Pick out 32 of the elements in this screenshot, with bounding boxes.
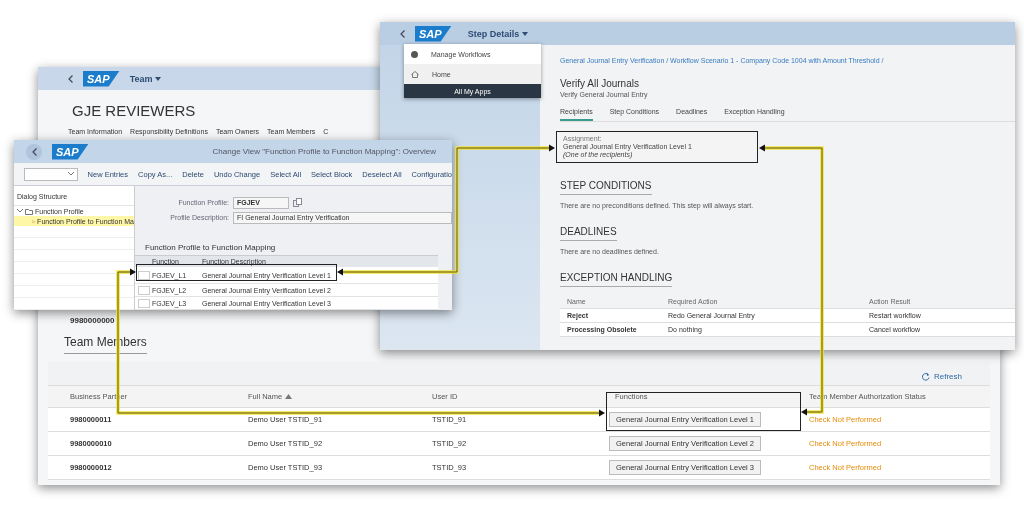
chevron-icon	[67, 172, 74, 176]
section-title: EXCEPTION HANDLING	[560, 272, 673, 287]
page-title: Verify All Journals	[560, 77, 640, 89]
app-title: Team	[129, 73, 153, 84]
table-cell: 9980000000	[70, 316, 115, 325]
caret-icon	[522, 31, 529, 36]
section-title: DEADLINES	[560, 226, 617, 241]
back-button[interactable]	[26, 143, 42, 160]
logo: SAP	[83, 70, 120, 87]
page-title: GJE REVIEWERS	[72, 102, 196, 119]
window-title: Change View "Function Profile to Function Mapping": Overview	[211, 147, 437, 156]
dot-icon	[411, 50, 418, 58]
section-title: STEP CONDITIONS	[560, 180, 652, 195]
refresh-button[interactable]: Refresh	[921, 372, 962, 381]
logo: SAP	[52, 143, 89, 160]
row-selector[interactable]	[138, 270, 150, 280]
command-field[interactable]	[24, 167, 78, 181]
app-title-menu[interactable]: Step Details	[461, 27, 535, 40]
refresh-icon	[921, 372, 930, 381]
chevron-left-icon	[400, 29, 405, 38]
chevron-left-icon	[68, 74, 73, 83]
home-icon	[411, 70, 419, 78]
logo: SAP	[415, 25, 452, 42]
row-selector[interactable]	[138, 285, 150, 295]
row-selector[interactable]	[138, 298, 150, 308]
caret-icon	[155, 76, 162, 81]
section-title: Function Profile to Function Mapping	[144, 242, 277, 254]
copy-icon	[293, 198, 302, 207]
app-title-menu[interactable]: Team	[129, 73, 162, 84]
back-button[interactable]	[68, 74, 73, 83]
chevron-left-icon	[31, 147, 37, 156]
back-button[interactable]	[400, 29, 405, 38]
